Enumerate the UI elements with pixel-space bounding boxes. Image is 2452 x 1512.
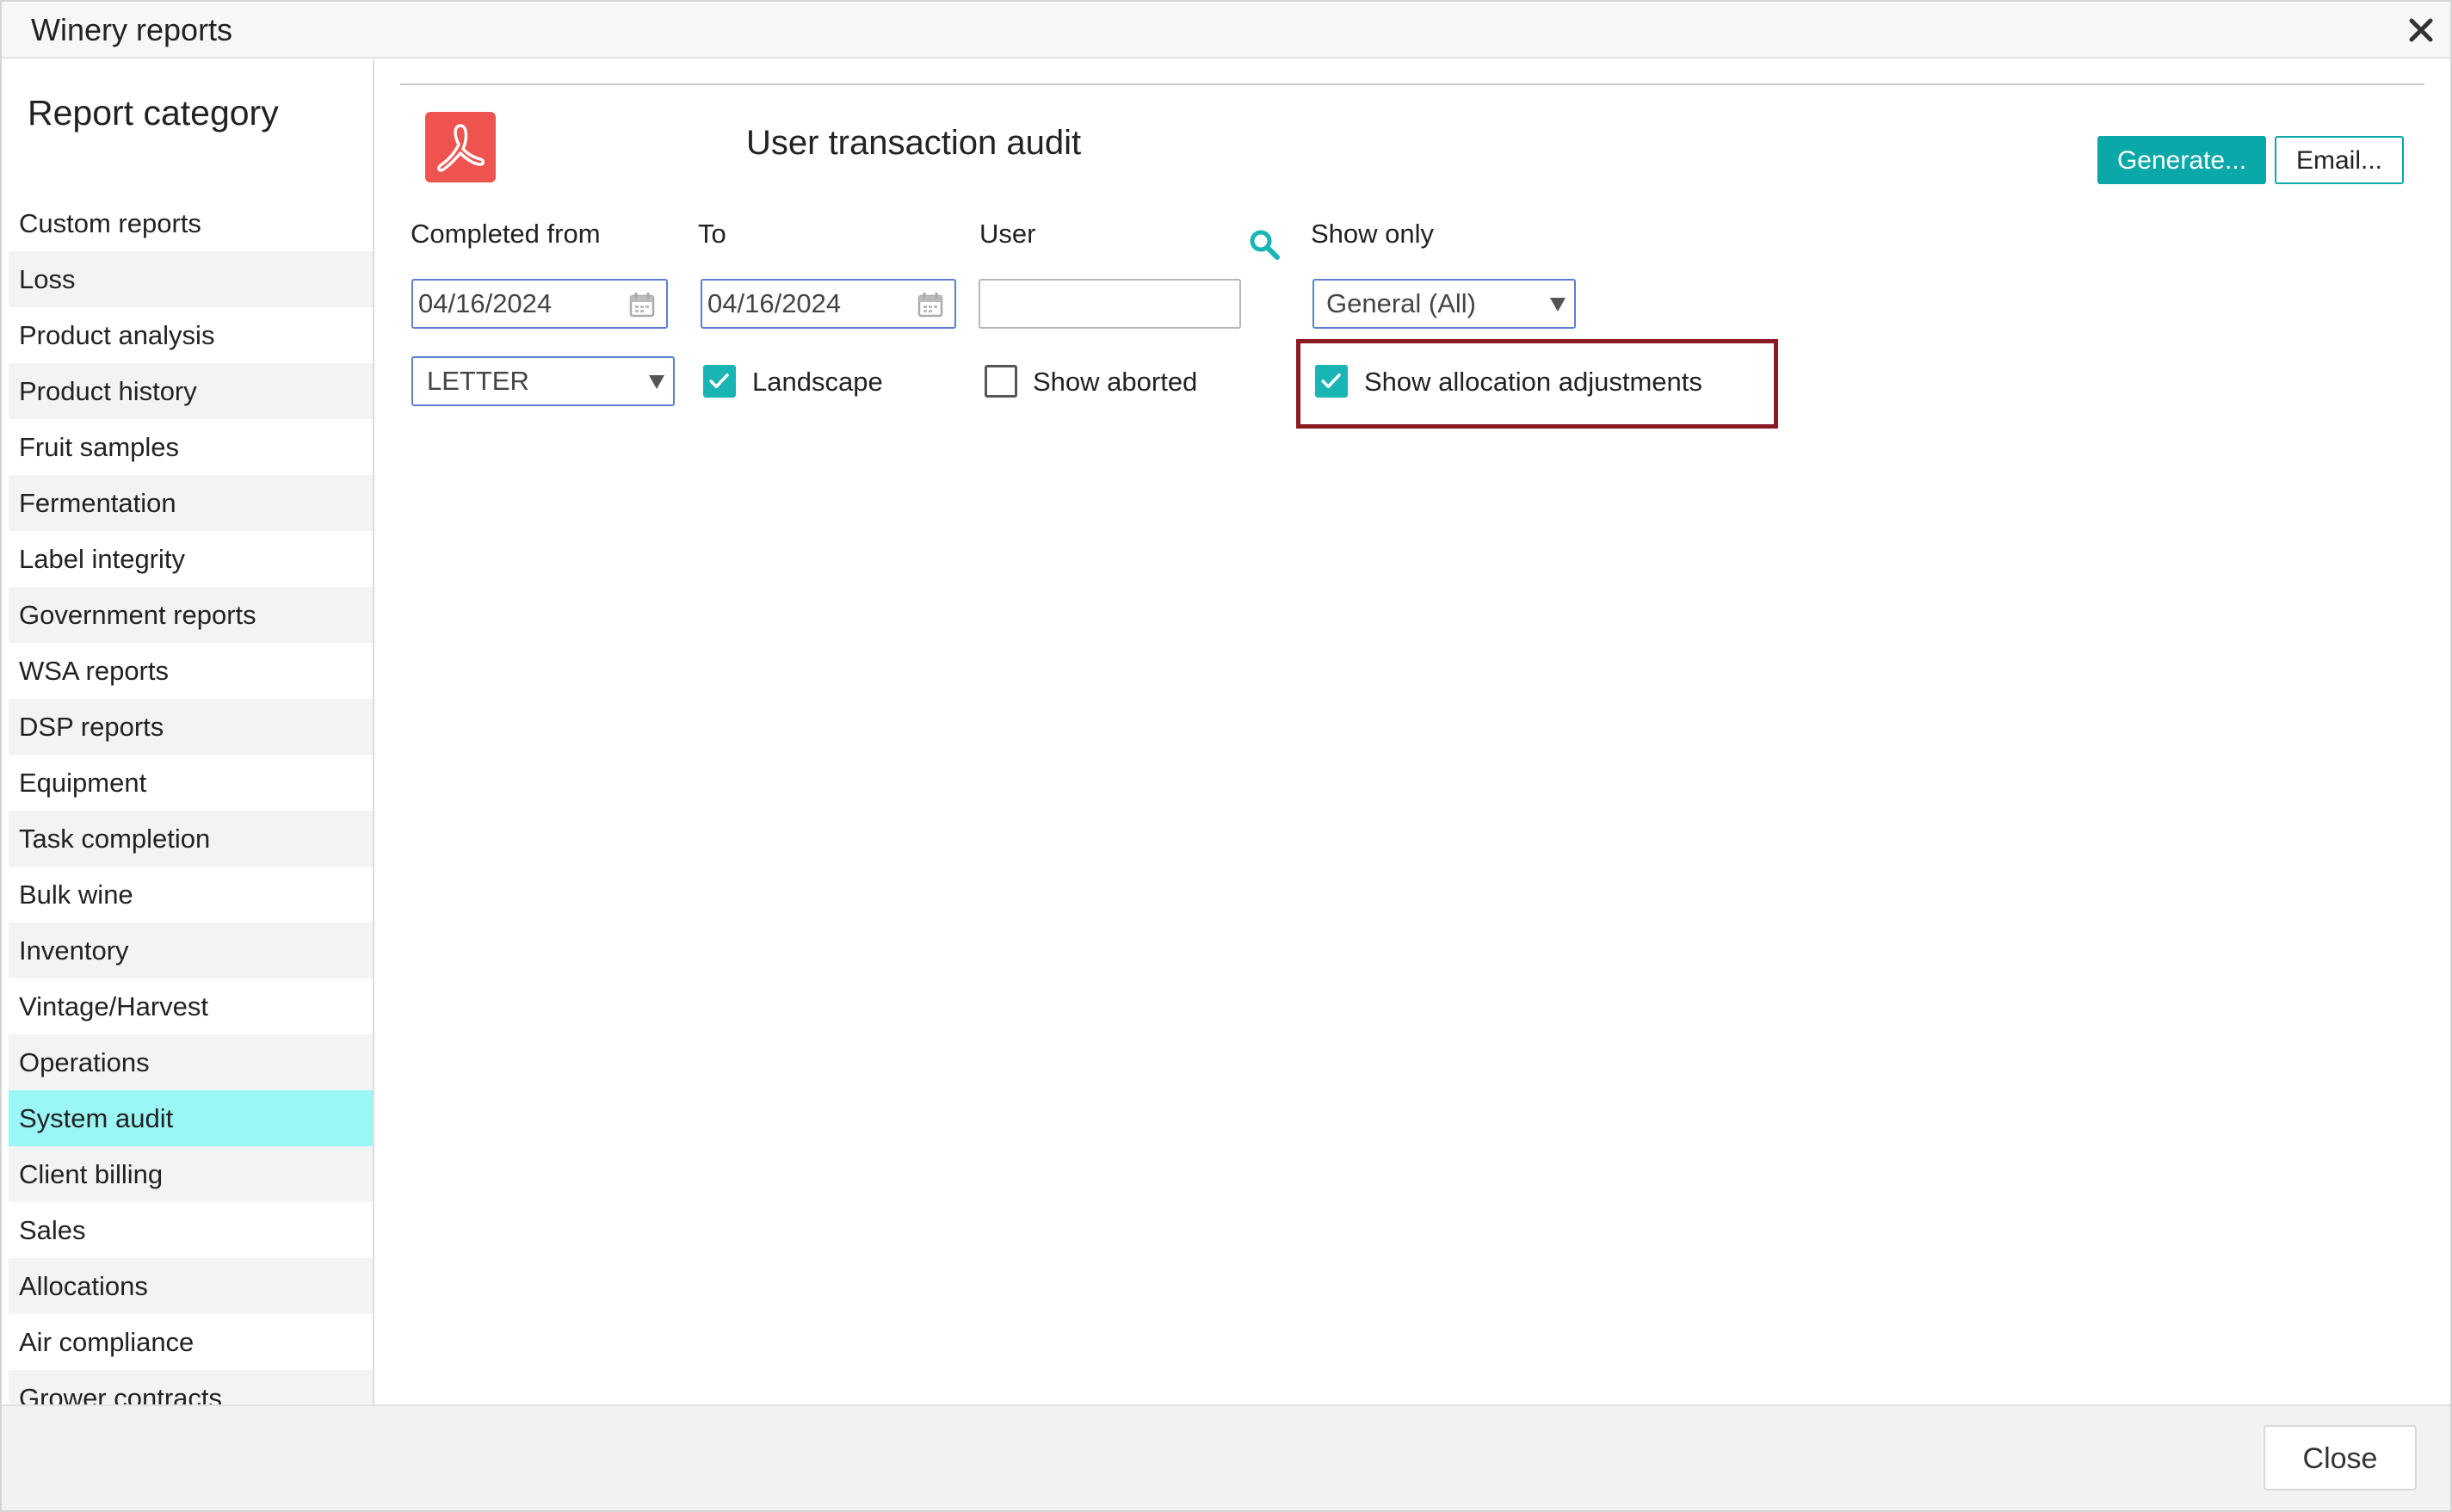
landscape-label: Landscape: [752, 367, 883, 397]
category-list: Custom reports Loss Product analysis Produc…: [9, 195, 373, 1426]
email-button[interactable]: Email...: [2275, 136, 2404, 184]
sidebar-item-system-audit[interactable]: System audit: [9, 1090, 373, 1146]
sidebar-item-vintage-harvest[interactable]: Vintage/Harvest: [9, 978, 373, 1034]
close-icon[interactable]: [2406, 15, 2436, 45]
completed-from-date-input[interactable]: 04/16/2024: [411, 279, 668, 329]
title-bar: Winery reports: [2, 2, 2450, 59]
footer: Close: [2, 1404, 2450, 1510]
completed-from-value: 04/16/2024: [418, 288, 553, 318]
sidebar-item-client-billing[interactable]: Client billing: [9, 1146, 373, 1202]
sidebar-item-allocations[interactable]: Allocations: [9, 1258, 373, 1314]
report-content: User transaction audit Generate... Email…: [376, 60, 2452, 1404]
report-category-sidebar: Report category Custom reports Loss Produc…: [9, 60, 374, 1426]
sidebar-item-operations[interactable]: Operations: [9, 1034, 373, 1090]
sidebar-heading: Report category: [28, 93, 279, 133]
window-title: Winery reports: [31, 12, 233, 47]
sidebar-item-wsa-reports[interactable]: WSA reports: [9, 643, 373, 699]
sidebar-item-dsp-reports[interactable]: DSP reports: [9, 699, 373, 755]
show-aborted-checkbox[interactable]: [985, 365, 1017, 398]
to-value: 04/16/2024: [707, 288, 842, 318]
close-button[interactable]: Close: [2264, 1425, 2417, 1490]
sidebar-item-fruit-samples[interactable]: Fruit samples: [9, 419, 373, 475]
show-aborted-label: Show aborted: [1033, 367, 1198, 397]
sidebar-item-air-compliance[interactable]: Air compliance: [9, 1314, 373, 1370]
calendar-icon[interactable]: [917, 291, 944, 318]
show-only-select[interactable]: General (All): [1312, 279, 1576, 329]
divider: [400, 83, 2424, 85]
sidebar-item-label-integrity[interactable]: Label integrity: [9, 531, 373, 587]
chevron-down-icon: [649, 375, 664, 389]
sidebar-item-sales[interactable]: Sales: [9, 1202, 373, 1258]
sidebar-item-equipment[interactable]: Equipment: [9, 755, 373, 811]
sidebar-item-inventory[interactable]: Inventory: [9, 923, 373, 978]
chevron-down-icon: [1550, 298, 1566, 312]
sidebar-item-fermentation[interactable]: Fermentation: [9, 475, 373, 531]
to-label: To: [698, 219, 726, 249]
winery-reports-dialog: Winery reports Report category Custom re…: [0, 0, 2452, 1512]
sidebar-item-product-history[interactable]: Product history: [9, 363, 373, 419]
paper-size-select[interactable]: LETTER: [411, 356, 675, 406]
pdf-icon: [425, 112, 496, 182]
report-title: User transaction audit: [746, 124, 1082, 162]
show-only-value: General (All): [1326, 288, 1476, 318]
to-date-input[interactable]: 04/16/2024: [701, 279, 956, 329]
checkmark-icon: [709, 373, 729, 389]
sidebar-item-task-completion[interactable]: Task completion: [9, 811, 373, 867]
sidebar-item-bulk-wine[interactable]: Bulk wine: [9, 867, 373, 923]
calendar-icon[interactable]: [628, 291, 656, 318]
completed-from-label: Completed from: [411, 219, 601, 249]
user-label: User: [979, 219, 1036, 249]
search-icon[interactable]: [1247, 227, 1282, 262]
paper-size-value: LETTER: [427, 366, 529, 396]
user-input[interactable]: [979, 279, 1241, 329]
sidebar-item-loss[interactable]: Loss: [9, 251, 373, 307]
sidebar-item-product-analysis[interactable]: Product analysis: [9, 307, 373, 363]
show-only-label: Show only: [1311, 219, 1435, 249]
sidebar-item-government-reports[interactable]: Government reports: [9, 587, 373, 643]
landscape-checkbox[interactable]: [703, 365, 736, 398]
highlight-box: [1296, 339, 1778, 429]
sidebar-item-custom-reports[interactable]: Custom reports: [9, 195, 373, 251]
generate-button[interactable]: Generate...: [2097, 136, 2266, 184]
